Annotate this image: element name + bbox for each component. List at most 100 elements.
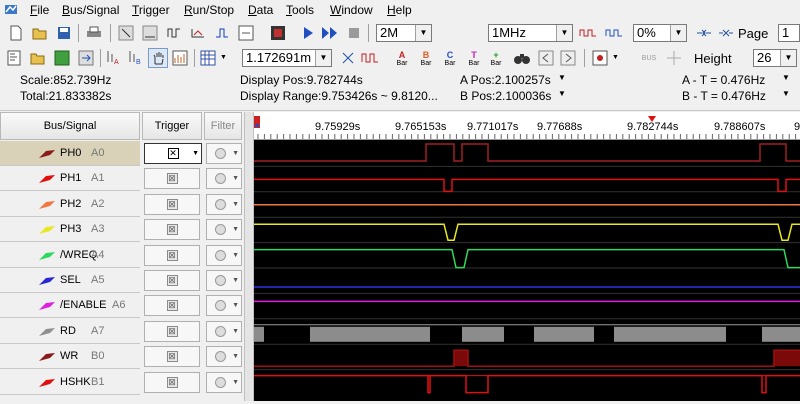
signal-name-cell[interactable]: PH0 A0 <box>0 141 140 166</box>
folder-icon[interactable] <box>28 48 48 68</box>
chevron-down-icon[interactable]: ▼ <box>232 277 239 284</box>
bar-a-icon[interactable]: A Bar <box>392 48 412 68</box>
menu-data[interactable]: Data <box>248 3 273 17</box>
trigger-cell[interactable]: ⊠ <box>144 295 200 317</box>
signal-name-cell[interactable]: HSHK B1 <box>0 370 140 395</box>
print-icon[interactable] <box>84 23 104 43</box>
app-icon[interactable] <box>4 3 18 16</box>
filter-toggle-icon[interactable] <box>214 275 226 286</box>
signal-row[interactable]: /WREQ A4 ⊠ ▼ <box>0 243 252 268</box>
filter-cell[interactable]: ▼ <box>206 371 242 393</box>
filter-toggle-icon[interactable] <box>214 198 226 210</box>
trigger-cell[interactable]: ⊠ <box>144 219 200 241</box>
hand-pan-icon[interactable] <box>148 48 168 68</box>
trigger-cell[interactable]: ⊠ <box>144 371 200 393</box>
b-pos-text[interactable]: B Pos:2.100036s <box>460 89 551 103</box>
filter-cell[interactable]: ▼ <box>206 244 242 266</box>
bar-b-icon[interactable]: B Bar <box>416 48 436 68</box>
signal-row[interactable]: PH1 A1 ⊠ ▼ <box>0 166 252 192</box>
trigger-cell[interactable]: ⊠ <box>144 193 200 215</box>
cursor-b-icon[interactable]: B <box>126 48 146 68</box>
signal-row[interactable]: SEL A5 ⊠ ▼ <box>0 268 252 293</box>
trigger-checkbox[interactable]: ⊠ <box>166 224 178 236</box>
menu-bus-signal[interactable]: Bus/Signal <box>62 3 119 17</box>
waveform-area[interactable] <box>254 140 800 401</box>
run-once-icon[interactable] <box>298 23 318 43</box>
zoom-out-icon[interactable] <box>716 23 736 43</box>
time-ruler[interactable]: 9.75929s 9.765153s 9.771017s 9.77688s 9.7827… <box>254 112 800 140</box>
menu-window[interactable]: Window <box>330 3 373 17</box>
new-file-icon[interactable] <box>6 23 26 43</box>
chevron-down-icon[interactable]: ▼ <box>192 150 199 157</box>
b-pos-dropdown-icon[interactable]: ▼ <box>558 89 566 98</box>
signal-config-icon[interactable] <box>164 23 184 43</box>
b-t-dropdown-icon[interactable]: ▼ <box>782 89 790 98</box>
trigger-cell[interactable]: ✕ ▼ <box>144 143 202 164</box>
filter-cell[interactable]: ▼ <box>206 143 242 164</box>
page-input[interactable]: 1 <box>778 24 800 42</box>
menu-help[interactable]: Help <box>387 3 412 17</box>
filter-toggle-icon[interactable] <box>214 173 226 185</box>
signal-name-cell[interactable]: PH2 A2 <box>0 192 140 217</box>
filter-toggle-icon[interactable] <box>214 300 226 312</box>
signal-name-cell[interactable]: /WREQ A4 <box>0 243 140 268</box>
zoom-in-icon[interactable] <box>694 23 714 43</box>
ruler-icon[interactable] <box>4 48 24 68</box>
clock-wave-icon[interactable] <box>578 23 598 43</box>
settings-icon[interactable] <box>52 48 72 68</box>
cursor-tool-icon[interactable] <box>116 23 136 43</box>
menu-tools[interactable]: Tools <box>286 3 314 17</box>
filter-cell[interactable]: ▼ <box>206 168 242 190</box>
header-filter[interactable]: Filter <box>204 112 242 140</box>
filter-toggle-icon[interactable] <box>214 224 226 236</box>
signal-name-cell[interactable]: RD A7 <box>0 319 140 344</box>
signal-row[interactable]: PH3 A3 ⊠ ▼ <box>0 217 252 243</box>
sampling-mode-icon[interactable] <box>604 23 624 43</box>
chevron-down-icon[interactable]: ▼ <box>232 226 239 233</box>
trigger-checkbox[interactable]: ⊠ <box>166 275 178 286</box>
trigger-checkbox[interactable]: ✕ <box>167 148 179 159</box>
chevron-down-icon[interactable]: ▼ <box>232 302 239 309</box>
search-prev-icon[interactable] <box>536 48 556 68</box>
signal-name-cell[interactable]: PH1 A1 <box>0 166 140 192</box>
filter-toggle-icon[interactable] <box>214 325 226 337</box>
measure-tool-icon[interactable] <box>140 23 160 43</box>
report-icon[interactable] <box>590 48 610 68</box>
height-select[interactable]: 26 ▼ <box>753 49 797 67</box>
signal-name-cell[interactable]: WR B0 <box>0 344 140 370</box>
bus-config-icon[interactable] <box>188 23 208 43</box>
time-value-input[interactable]: 1.172691m ▼ <box>242 49 332 67</box>
export-icon[interactable] <box>76 48 96 68</box>
trigger-cell[interactable]: ⊠ <box>144 346 200 368</box>
a-pos-dropdown-icon[interactable]: ▼ <box>558 73 566 82</box>
signal-name-cell[interactable]: PH3 A3 <box>0 217 140 243</box>
device-icon[interactable] <box>268 23 288 43</box>
bar-t-icon[interactable]: T Bar <box>464 48 484 68</box>
filter-toggle-icon[interactable] <box>214 249 226 261</box>
signal-row[interactable]: HSHK B1 ⊠ ▼ <box>0 370 252 395</box>
header-bus-signal[interactable]: Bus/Signal <box>0 112 140 140</box>
filter-cell[interactable]: ▼ <box>206 219 242 241</box>
b-t-text[interactable]: B - T = 0.476Hz <box>682 89 766 103</box>
histogram-icon[interactable] <box>170 48 190 68</box>
trigger-checkbox[interactable]: ⊠ <box>166 325 178 337</box>
filter-cell[interactable]: ▼ <box>206 320 242 342</box>
grid-icon[interactable] <box>198 48 218 68</box>
cursor-a-icon[interactable]: A <box>104 48 124 68</box>
trigger-checkbox[interactable]: ⊠ <box>166 351 178 363</box>
collapse-icon[interactable] <box>338 48 358 68</box>
bar-c-icon[interactable]: C Bar <box>440 48 460 68</box>
pulse-icon[interactable] <box>360 48 380 68</box>
menu-trigger[interactable]: Trigger <box>132 3 170 17</box>
trigger-cell[interactable]: ⊠ <box>144 320 200 342</box>
timing-icon[interactable] <box>236 23 256 43</box>
a-t-dropdown-icon[interactable]: ▼ <box>782 73 790 82</box>
menu-run-stop[interactable]: Run/Stop <box>184 3 234 17</box>
signal-name-cell[interactable]: SEL A5 <box>0 268 140 293</box>
open-folder-icon[interactable] <box>30 23 50 43</box>
trigger-checkbox[interactable]: ⊠ <box>166 300 178 312</box>
trigger-checkbox[interactable]: ⊠ <box>166 249 178 261</box>
filter-cell[interactable]: ▼ <box>206 193 242 215</box>
bar-add-icon[interactable]: + Bar <box>486 48 506 68</box>
trigger-config-icon[interactable] <box>212 23 232 43</box>
